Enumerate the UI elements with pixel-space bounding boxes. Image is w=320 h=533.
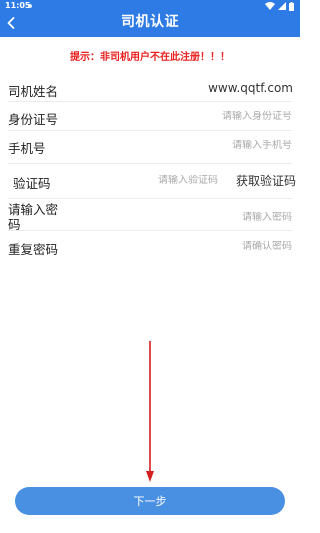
next-step-button[interactable]: 下一步 [15, 487, 285, 515]
down-arrow-icon [146, 341, 154, 482]
driver-auth-screen: 11:05 司机认证 提示：非司机用户不在此注册！！！ 司机姓名 www.qqt… [0, 0, 300, 533]
